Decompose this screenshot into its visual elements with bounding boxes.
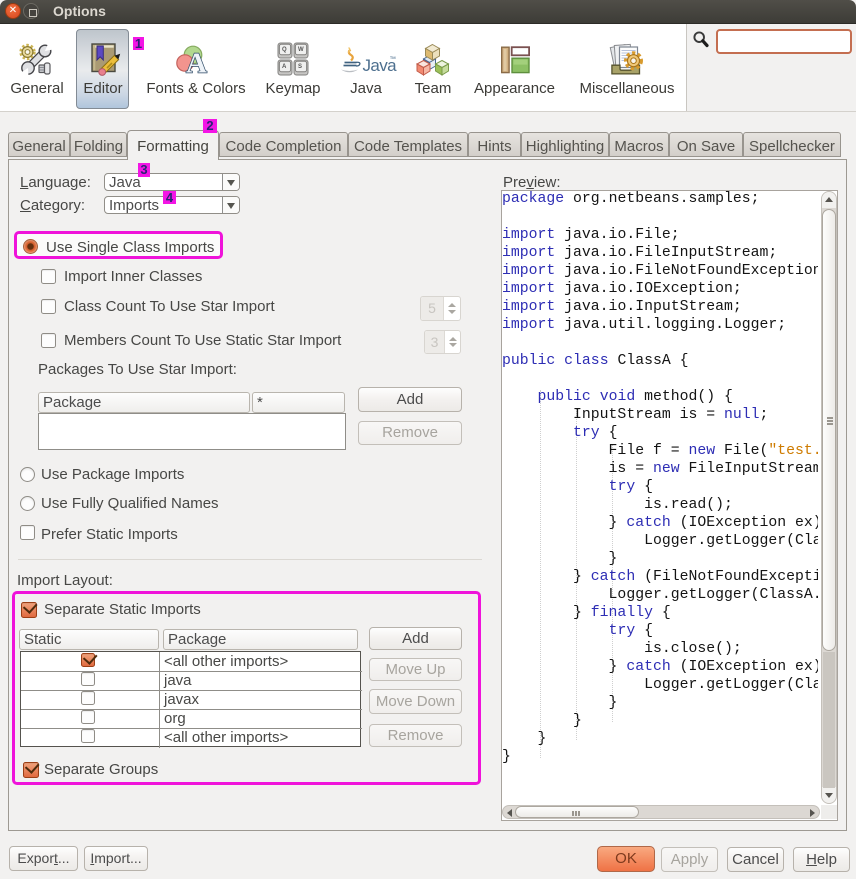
svg-text:S: S [298,64,302,70]
svg-text:A: A [282,64,287,70]
svg-text:™: ™ [390,56,397,63]
svg-text:W: W [298,47,304,53]
svg-text:Q: Q [282,47,287,53]
svg-text:A: A [186,48,207,80]
